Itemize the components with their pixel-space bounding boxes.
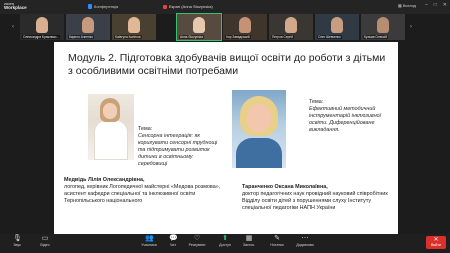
avatar	[82, 17, 94, 33]
topic-2-text: Ефективний методичний інструментарій інк…	[309, 106, 381, 133]
participant-name: Ігор Завадський	[225, 35, 251, 39]
participant-tile[interactable]: Ігор Завадський	[223, 14, 267, 40]
brand-bottom: Workplace	[4, 5, 27, 10]
mic-label: Звук	[13, 243, 21, 247]
topic-1: Тема: Сенсорна інтеграція: як коригувати…	[138, 126, 222, 168]
chevron-left-icon[interactable]: ‹	[12, 24, 14, 30]
topic-1-text: Сенсорна інтеграція: як коригувати сенсо…	[138, 133, 218, 167]
slide-title: Модуль 2. Підготовка здобувачів вищої ос…	[68, 52, 386, 77]
shield-icon	[88, 4, 92, 9]
participant-name: Кузьма Олексій	[363, 35, 389, 39]
notes-icon: ✎	[274, 235, 280, 242]
react-icon: ♡	[193, 235, 201, 242]
close-icon[interactable]: ✕	[443, 2, 447, 8]
screen-share-text: Екран (Anna Stozynska)	[169, 4, 213, 9]
chat-icon: 💬	[169, 235, 178, 242]
speaker-2-info: Таранченко Оксана Миколаївна, доктор пед…	[242, 184, 392, 212]
participants-icon: 👥	[145, 235, 154, 242]
more-icon: ⋯	[301, 235, 309, 242]
apps-icon: ▦	[245, 235, 253, 242]
participant-name: Олександра Бражнико...	[22, 35, 61, 39]
topic-2-label: Тема:	[309, 99, 324, 105]
notes-button[interactable]: ✎ Нотатки	[262, 235, 292, 247]
video-label: Відео	[40, 243, 50, 247]
topic-1-label: Тема:	[138, 126, 153, 132]
participant-strip: ‹ Олександра Бражнико... Кирило Ачпенко …	[0, 13, 450, 41]
avatar	[377, 17, 389, 33]
chat-label: Чат	[170, 243, 176, 247]
more-label: Додатково	[296, 243, 314, 247]
participant-tile[interactable]: Кузьма Олексій	[361, 14, 405, 40]
screen-share-label: Екран (Anna Stozynska)	[163, 4, 213, 9]
participant-name: Олег Шевченко	[317, 35, 342, 39]
view-button[interactable]: ▦ Вигляд	[398, 3, 416, 8]
speaker-1-name: Медвідь Лілія Олександрівна,	[64, 177, 145, 183]
left-gutter	[0, 40, 54, 238]
screen-share-icon	[163, 4, 167, 9]
video-button[interactable]: ▭ Відео	[30, 235, 60, 247]
participant-name: Kateryna Ivanivna	[114, 35, 142, 39]
speaker-2-desc: доктор педагогічних наук провідний науко…	[242, 191, 388, 211]
participant-name: Кирило Ачпенко	[68, 35, 94, 39]
participant-name: Петров Сергій	[271, 35, 295, 39]
apps-button[interactable]: ▦ Застос.	[234, 235, 264, 247]
react-button[interactable]: ♡ Реагувати	[182, 235, 212, 247]
apps-label: Застос.	[242, 243, 256, 247]
meeting-toolbar: 🎙 Звук ▭ Відео 👥 Учасники 💬 Чат ♡ Реагув…	[0, 234, 450, 253]
leave-label: Вийти	[430, 243, 442, 247]
speaker-photo-2	[232, 90, 286, 168]
react-label: Реагувати	[188, 243, 206, 247]
chevron-right-icon[interactable]: ›	[410, 24, 412, 30]
more-button[interactable]: ⋯ Додатково	[290, 235, 320, 247]
right-gutter	[398, 40, 450, 238]
leave-button[interactable]: ✕ Вийти	[426, 236, 446, 249]
speaker-photo-1	[88, 94, 134, 160]
maximize-icon[interactable]: □	[434, 2, 437, 8]
participant-tile[interactable]: Олександра Бражнико...	[20, 14, 64, 40]
participant-tile[interactable]: Кирило Ачпенко	[66, 14, 110, 40]
title-bar: zoom Workplace Конференція Екран (Anna S…	[0, 0, 450, 14]
speaker-2-name: Таранченко Оксана Миколаївна,	[242, 184, 328, 190]
notes-label: Нотатки	[270, 243, 284, 247]
avatar	[193, 17, 205, 33]
avatar	[285, 17, 297, 33]
speaker-1-info: Медвідь Лілія Олександрівна, логопед, ке…	[64, 177, 224, 205]
participant-tile[interactable]: Kateryna Ivanivna	[112, 14, 156, 40]
participants-label: Учасники	[141, 243, 157, 247]
avatar	[128, 17, 140, 33]
avatar	[239, 17, 251, 33]
participant-name: Anna Stozynska	[179, 35, 205, 39]
share-label: Доступ	[219, 243, 231, 247]
app-brand: zoom Workplace	[4, 2, 27, 10]
mic-button[interactable]: 🎙 Звук	[2, 235, 32, 247]
conference-label: Конференція	[94, 4, 119, 9]
minimize-icon[interactable]: –	[425, 2, 428, 8]
participant-tile[interactable]: Олег Шевченко	[315, 14, 359, 40]
video-icon: ▭	[41, 235, 49, 242]
mic-icon: 🎙	[13, 235, 22, 242]
zoom-window: zoom Workplace Конференція Екран (Anna S…	[0, 0, 450, 253]
topic-2: Тема: Ефективний методичний інструментар…	[309, 99, 391, 134]
share-icon: ⬆	[222, 235, 228, 242]
participant-tile[interactable]: Anna Stozynska	[176, 13, 222, 41]
speaker-1-desc: логопед, керівник Логопедичної майстерні…	[64, 184, 221, 204]
participant-tile[interactable]: Петров Сергій	[269, 14, 313, 40]
avatar	[36, 17, 48, 33]
shared-screen-slide: Модуль 2. Підготовка здобувачів вищої ос…	[54, 42, 398, 234]
window-controls: – □ ✕	[425, 2, 447, 8]
avatar	[331, 17, 343, 33]
conference-info[interactable]: Конференція	[88, 4, 118, 9]
